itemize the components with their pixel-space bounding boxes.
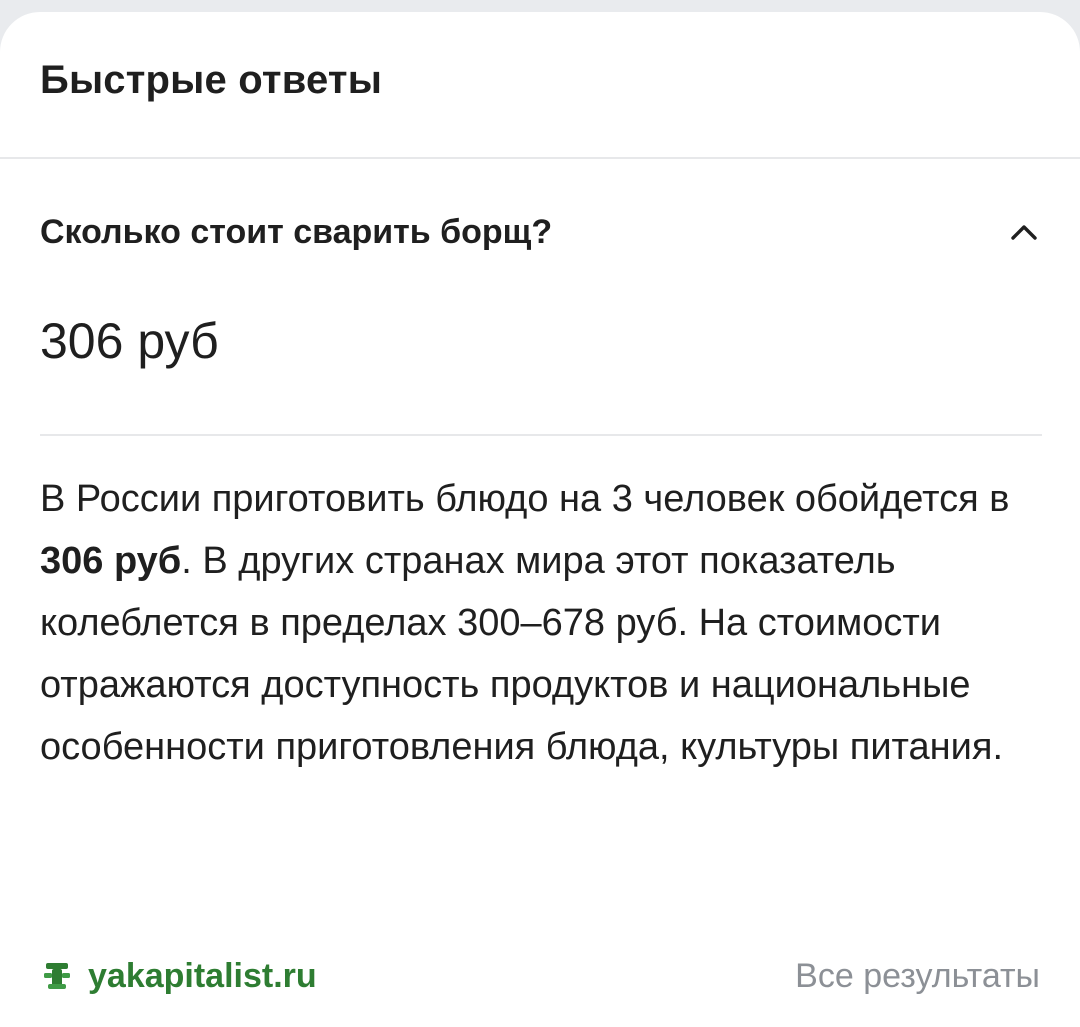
card-footer: yakapitalist.ru Все результаты bbox=[40, 948, 1040, 1004]
answer-text-highlight: 306 руб bbox=[40, 540, 182, 582]
answer-text-part: . В других странах мира этот показатель … bbox=[40, 540, 1004, 768]
answer-text: В России приготовить блюдо на 3 человек … bbox=[40, 468, 1040, 778]
source-domain: yakapitalist.ru bbox=[88, 956, 317, 995]
question-text: Сколько стоит сварить борщ? bbox=[40, 212, 553, 251]
card-title: Быстрые ответы bbox=[40, 58, 383, 102]
card-header: Быстрые ответы bbox=[0, 12, 1080, 159]
site-favicon-icon bbox=[40, 959, 74, 993]
all-results-link[interactable]: Все результаты bbox=[795, 957, 1040, 996]
question-row[interactable]: Сколько стоит сварить борщ? bbox=[40, 202, 1044, 262]
divider bbox=[40, 434, 1042, 436]
answer-text-part: В России приготовить блюдо на 3 человек … bbox=[40, 478, 1010, 520]
answer-value: 306 руб bbox=[40, 313, 219, 369]
source-link[interactable]: yakapitalist.ru bbox=[40, 957, 317, 996]
chevron-up-icon[interactable] bbox=[1004, 212, 1044, 252]
quick-answers-card: Быстрые ответы Сколько стоит сварить бор… bbox=[0, 12, 1080, 1027]
